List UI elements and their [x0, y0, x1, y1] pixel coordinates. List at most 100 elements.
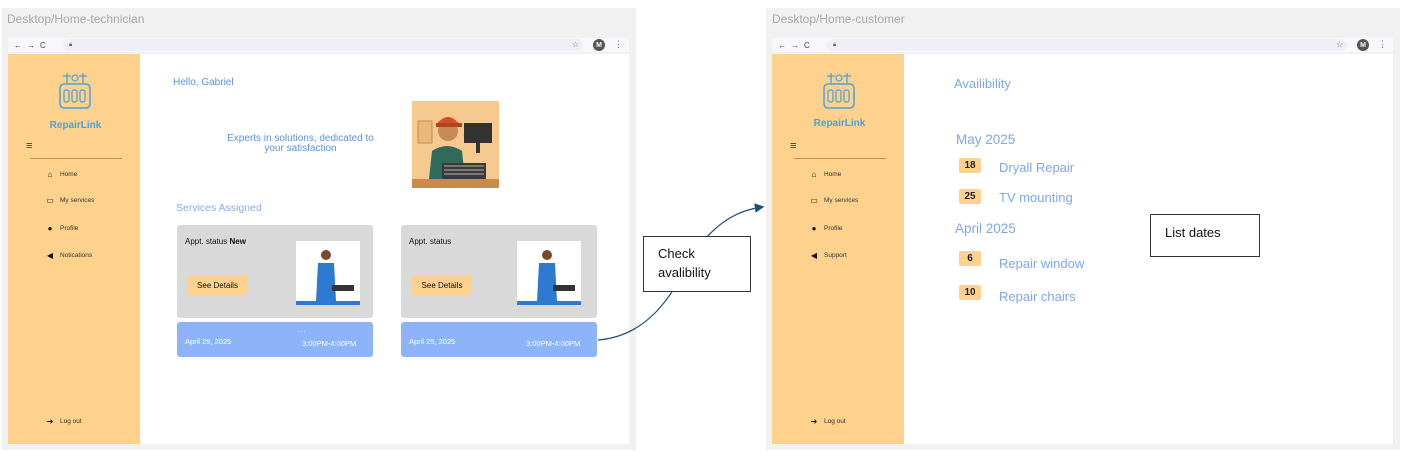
status-value: New [229, 237, 246, 246]
month-heading-april: April 2025 [955, 221, 1016, 236]
worker-image [517, 241, 581, 305]
date-badge[interactable]: 10 [959, 285, 981, 300]
sidebar-item-label: Home [824, 171, 842, 178]
profile-avatar[interactable]: M [1357, 39, 1369, 51]
sidebar-item-my-services[interactable]: ▭ My services [809, 196, 858, 205]
callout-line-2: avalibility [658, 265, 711, 280]
appointment-time-bar: ... April 29, 2025 3:00PM-4:00PM [177, 322, 373, 357]
repairlink-logo-icon [823, 73, 855, 109]
more-menu-icon[interactable]: ⋮ [1378, 39, 1387, 50]
logout-icon: ➜ [810, 417, 818, 426]
address-bar[interactable]: 🔒︎ [827, 39, 1347, 51]
worker-image [296, 241, 360, 305]
back-icon[interactable]: ← [14, 41, 22, 50]
address-bar[interactable]: 🔒︎ [63, 39, 583, 51]
logout-button[interactable]: ➜ Log out [45, 417, 82, 426]
sidebar-divider [30, 158, 122, 159]
callout-check-availability: Check avalibility [643, 236, 751, 292]
user-icon: ● [47, 224, 53, 233]
sidebar-item-profile[interactable]: ● Profile [809, 224, 843, 233]
sidebar: RepairLink ≡ ⌂ Home ▭ My services ● Prof… [8, 54, 140, 444]
sidebar-item-label: Home [60, 171, 78, 178]
appt-time: 3:00PM-4:00PM [302, 339, 357, 348]
appt-date: April 29, 2025 [185, 337, 232, 346]
profile-avatar[interactable]: M [593, 39, 605, 51]
status-prefix: Appt. status [185, 237, 228, 246]
folder-icon: ▭ [46, 196, 54, 205]
date-badge[interactable]: 6 [959, 251, 981, 266]
sidebar-item-home[interactable]: ⌂ Home [45, 170, 78, 179]
status-prefix: Appt. status [409, 237, 452, 246]
tagline-line-2: your satisfaction [264, 143, 337, 154]
appointment-card[interactable]: Appt. status See Details [401, 225, 597, 318]
sidebar-item-my-services[interactable]: ▭ My services [45, 196, 94, 205]
appt-date: April 25, 2025 [409, 337, 456, 346]
section-title-services: Services Assigned [176, 202, 262, 214]
service-link[interactable]: Repair chairs [999, 289, 1076, 304]
lock-icon: 🔒︎ [833, 41, 837, 48]
bookmark-star-icon[interactable]: ☆ [1336, 40, 1343, 49]
megaphone-icon: ◀ [46, 251, 54, 260]
card-dots: ... [298, 328, 307, 334]
browser-nav: ← → C [8, 41, 46, 50]
appointment-card[interactable]: Appt. status New See Details [177, 225, 373, 318]
technician-illustration [412, 101, 499, 188]
see-details-button[interactable]: See Details [412, 275, 472, 295]
sidebar-item-label: Profile [824, 225, 843, 232]
bookmark-star-icon[interactable]: ☆ [572, 40, 579, 49]
browser-toolbar: ← → C 🔒︎ ☆ M ⋮ [8, 38, 629, 52]
repairlink-logo-icon [59, 73, 91, 109]
browser-nav: ← → C [772, 41, 810, 50]
lock-icon: 🔒︎ [69, 41, 73, 48]
callout-line-1: Check [658, 246, 695, 261]
forward-icon[interactable]: → [791, 41, 799, 50]
sidebar-item-home[interactable]: ⌂ Home [809, 170, 842, 179]
logout-button[interactable]: ➜ Log out [809, 417, 846, 426]
forward-icon[interactable]: → [27, 41, 35, 50]
sidebar-item-label: Profile [60, 225, 79, 232]
logout-icon: ➜ [46, 417, 54, 426]
frame-label-technician: Desktop/Home-technician [7, 12, 145, 26]
brand-name: RepairLink [49, 120, 102, 131]
design-canvas: Desktop/Home-technician ← → C 🔒︎ ☆ M ⋮ R… [0, 0, 1402, 452]
sidebar-divider [794, 158, 886, 159]
appt-status: Appt. status [409, 237, 451, 246]
logout-label: Log out [824, 418, 846, 425]
brand-name: RepairLink [813, 118, 866, 129]
callout-list-dates: List dates [1150, 214, 1260, 257]
more-menu-icon[interactable]: ⋮ [614, 39, 623, 50]
home-icon: ⌂ [47, 170, 53, 179]
sidebar-item-label: Notications [60, 252, 93, 259]
appointment-time-bar: April 25, 2025 3:00PM-4:00PM [401, 322, 597, 357]
service-link[interactable]: Repair window [999, 256, 1084, 271]
home-icon: ⌂ [811, 170, 817, 179]
sidebar: RepairLink ≡ ⌂ Home ▭ My services ● Prof… [772, 54, 904, 444]
technician-screen: RepairLink ≡ ⌂ Home ▭ My services ● Prof… [8, 54, 629, 444]
appt-time: 3:00PM-4:00PM [526, 339, 581, 348]
reload-icon[interactable]: C [40, 41, 46, 50]
month-heading-may: May 2025 [956, 132, 1016, 147]
date-badge[interactable]: 25 [959, 189, 981, 204]
see-details-button[interactable]: See Details [187, 275, 248, 295]
megaphone-icon: ◀ [810, 251, 818, 260]
service-link[interactable]: Dryall Repair [999, 160, 1074, 175]
sidebar-item-label: My services [60, 197, 95, 204]
folder-icon: ▭ [810, 196, 818, 205]
greeting: Hello, Gabriel [173, 77, 234, 88]
sidebar-item-support[interactable]: ◀ Support [809, 251, 847, 260]
sidebar-item-label: Support [824, 252, 847, 259]
sidebar-item-profile[interactable]: ● Profile [45, 224, 79, 233]
appt-status: Appt. status New [185, 237, 246, 246]
sidebar-item-notifications[interactable]: ◀ Notications [45, 251, 92, 260]
service-link[interactable]: TV mounting [999, 190, 1073, 205]
reload-icon[interactable]: C [804, 41, 810, 50]
menu-icon[interactable]: ≡ [790, 140, 796, 152]
logout-label: Log out [60, 418, 82, 425]
date-badge[interactable]: 18 [959, 158, 981, 173]
menu-icon[interactable]: ≡ [26, 140, 32, 152]
frame-label-customer: Desktop/Home-customer [772, 12, 905, 26]
back-icon[interactable]: ← [778, 41, 786, 50]
page-title: Availibility [954, 76, 1011, 91]
user-icon: ● [811, 224, 817, 233]
sidebar-item-label: My services [824, 197, 859, 204]
